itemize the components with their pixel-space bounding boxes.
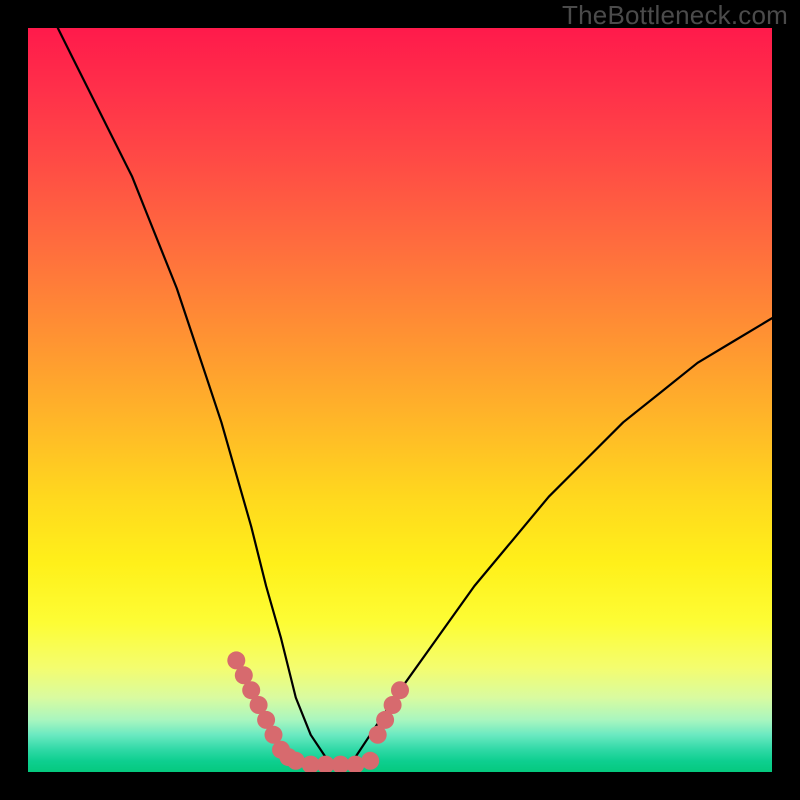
- curve-layer: [28, 28, 772, 772]
- plot-area: [28, 28, 772, 772]
- highlight-dot: [361, 752, 379, 770]
- bottleneck-curve: [58, 28, 772, 765]
- watermark-text: TheBottleneck.com: [562, 0, 788, 31]
- highlight-dots: [227, 651, 409, 772]
- highlight-dot: [391, 681, 409, 699]
- chart-frame: TheBottleneck.com: [0, 0, 800, 800]
